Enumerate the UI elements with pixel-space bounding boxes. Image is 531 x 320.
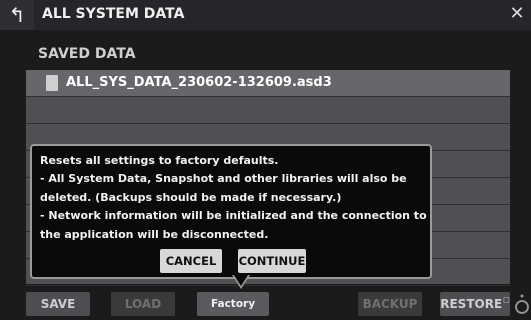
back-arrow-icon[interactable]: ↰ xyxy=(0,0,34,30)
window-title: ALL SYSTEM DATA xyxy=(42,6,185,22)
load-button[interactable]: LOAD xyxy=(111,292,175,316)
list-item[interactable]: ALL_SYS_DATA_230602-132609.asd3 xyxy=(26,70,510,97)
external-icon: □ xyxy=(503,296,510,304)
dialog-pointer-inner xyxy=(234,275,248,286)
factory-reset-button[interactable]: Factory Reset xyxy=(197,292,269,316)
title-bar: ↰ ALL SYSTEM DATA ✕ xyxy=(0,0,531,30)
dialog-line: - All System Data, Snapshot and other li… xyxy=(40,172,407,186)
dialog-line: - Network information will be initialize… xyxy=(40,209,427,223)
dialog-line: the application will be disconnected. xyxy=(40,227,269,241)
dialog-line: Resets all settings to factory defaults. xyxy=(40,154,279,167)
factory-reset-dialog: Resets all settings to factory defaults.… xyxy=(30,144,432,279)
save-button[interactable]: SAVE xyxy=(26,292,90,316)
file-icon xyxy=(46,75,58,91)
backup-button[interactable]: BACKUP xyxy=(358,292,422,316)
file-name: ALL_SYS_DATA_230602-132609.asd3 xyxy=(66,75,332,90)
dialog-line: deleted. (Backups should be made if nece… xyxy=(40,190,342,204)
list-item-empty[interactable] xyxy=(26,97,510,124)
continue-button[interactable]: CONTINUE xyxy=(238,249,306,273)
saved-data-heading: SAVED DATA xyxy=(38,46,136,62)
cancel-button[interactable]: CANCEL xyxy=(160,249,222,273)
restore-label: RESTORE xyxy=(440,297,503,311)
encoder-knob-icon xyxy=(515,294,529,314)
restore-button[interactable]: RESTORE□ xyxy=(440,292,510,316)
close-icon[interactable]: ✕ xyxy=(503,0,531,30)
dialog-message: Resets all settings to factory defaults.… xyxy=(40,152,428,244)
